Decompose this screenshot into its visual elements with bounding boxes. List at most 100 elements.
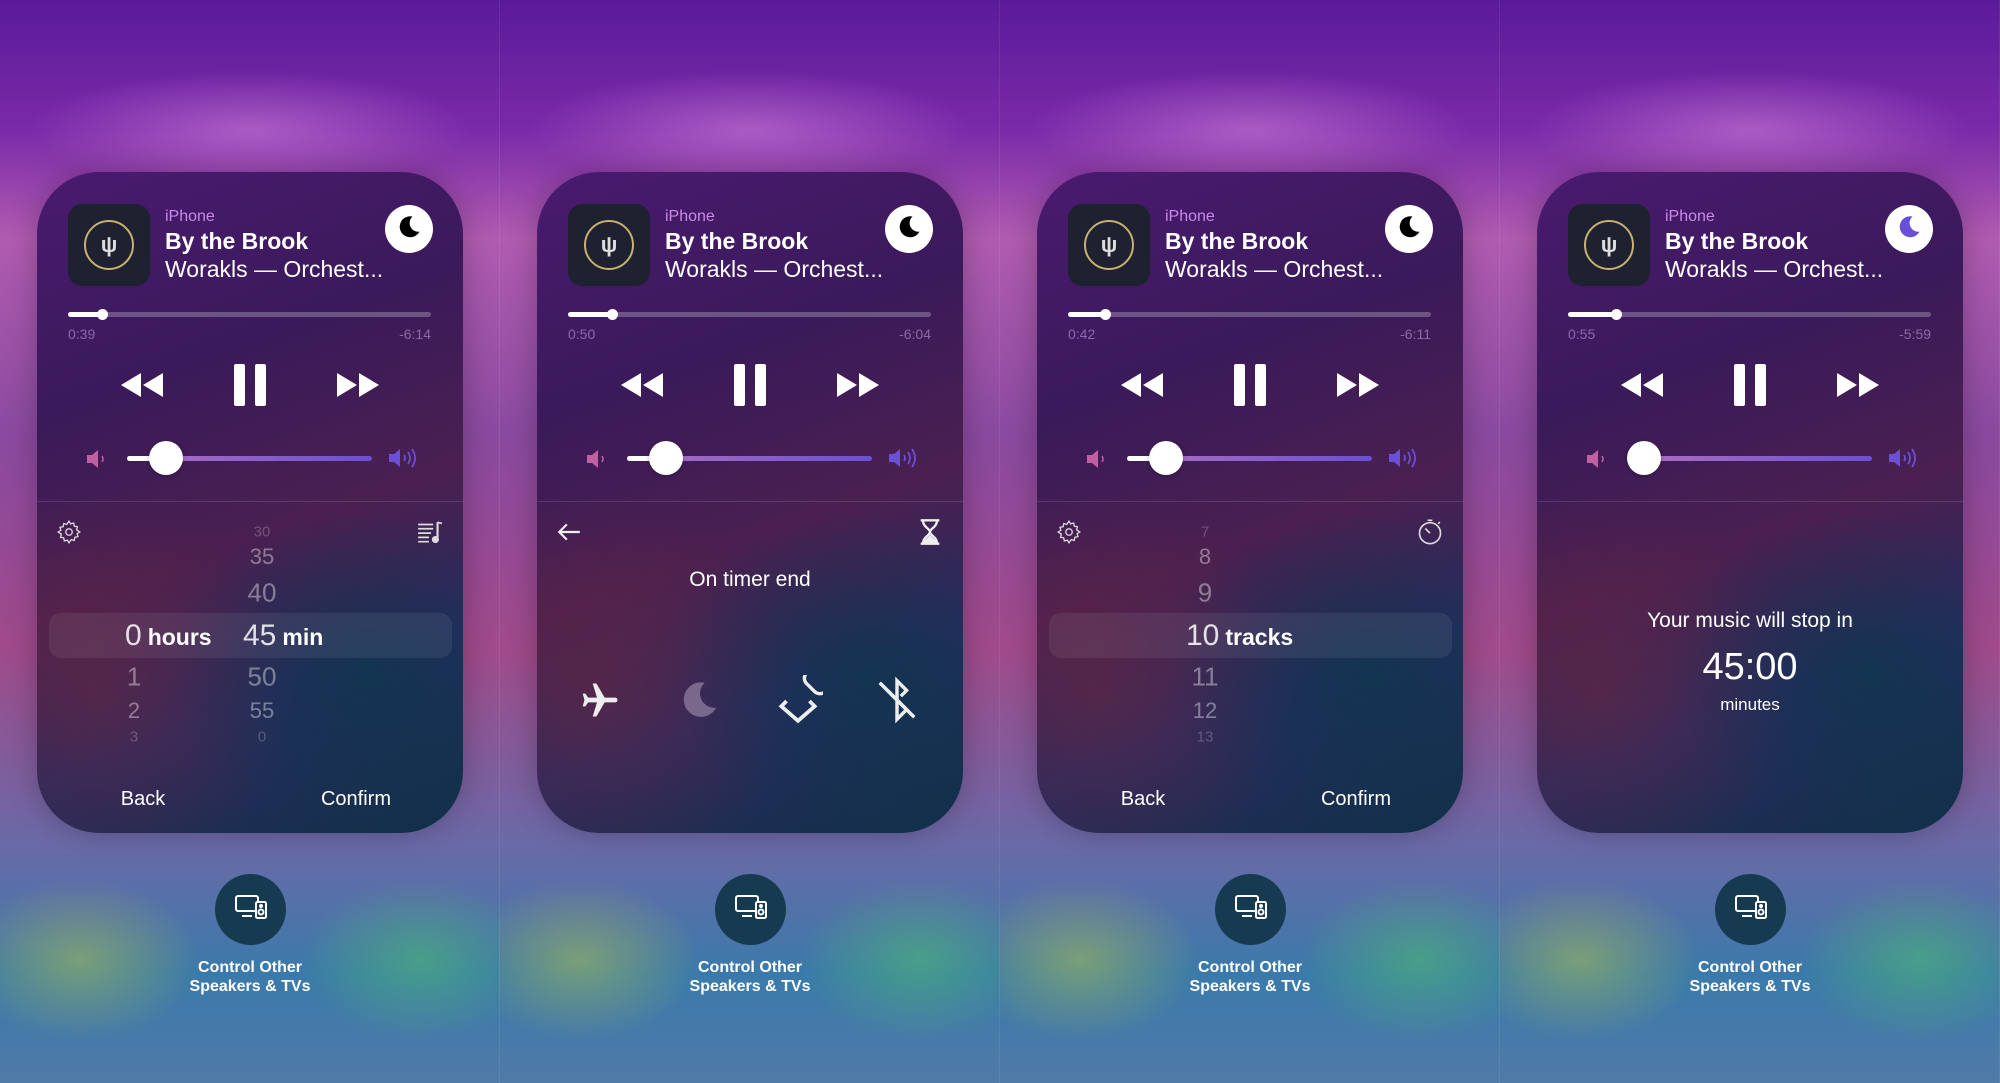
picker-unit: hours	[147, 624, 212, 650]
picker-value[interactable]: 8	[1199, 544, 1211, 570]
now-playing-card: ψ iPhone By the Brook Worakls — Orchest... 0…	[537, 172, 963, 833]
moon-toggle[interactable]	[674, 677, 724, 727]
gear-button[interactable]	[1054, 519, 1084, 549]
back-arrow-button[interactable]	[554, 519, 584, 549]
volume-slider[interactable]	[627, 441, 872, 475]
control-other-speakers-label[interactable]: Control Other Speakers & TVs	[650, 958, 850, 996]
volume-knob[interactable]	[649, 441, 684, 475]
control-other-speakers-button[interactable]	[1715, 874, 1786, 945]
sleep-timer-button[interactable]	[1885, 205, 1933, 253]
remaining-time: -6:14	[399, 326, 431, 342]
remaining-time: -6:04	[899, 326, 931, 342]
track-title: By the Brook	[1665, 228, 1809, 254]
pause-button[interactable]	[720, 360, 780, 410]
control-other-speakers-button[interactable]	[215, 874, 286, 945]
picker-value[interactable]: 2	[128, 698, 140, 724]
album-artwork[interactable]: ψ	[68, 204, 150, 286]
pause-button[interactable]	[1220, 360, 1280, 410]
sleep-timer-button[interactable]	[885, 205, 933, 253]
volume-slider[interactable]	[1127, 441, 1372, 475]
stopwatch-icon	[1416, 518, 1444, 551]
fast-forward-button[interactable]	[1328, 360, 1388, 410]
picker-selected[interactable]: 0 hours	[125, 619, 212, 653]
volume-high-icon	[887, 446, 921, 475]
progress-knob[interactable]	[606, 309, 618, 320]
output-source: iPhone	[1165, 208, 1215, 225]
back-button[interactable]: Back	[121, 788, 165, 811]
picker-value[interactable]: 50	[248, 662, 277, 693]
screen-panel: ψ iPhone By the Brook Worakls — Orchest... 0…	[0, 0, 500, 1083]
progress-knob[interactable]	[1611, 309, 1623, 320]
rewind-button[interactable]	[112, 360, 172, 410]
moon-icon	[1895, 213, 1923, 246]
picker-value[interactable]: 12	[1193, 698, 1217, 724]
volume-slider[interactable]	[127, 441, 372, 475]
back-button[interactable]: Back	[1121, 788, 1165, 811]
hourglass-button[interactable]	[915, 518, 945, 549]
fast-forward-button[interactable]	[828, 360, 888, 410]
progress-scrubber[interactable]	[568, 309, 931, 320]
track-artist-album: Worakls — Orchest...	[1165, 256, 1384, 282]
picker-value[interactable]: 13	[1197, 729, 1214, 746]
picker-selected[interactable]: 45 min	[243, 619, 323, 653]
now-playing-card: ψ iPhone By the Brook Worakls — Orchest... 0…	[37, 172, 463, 833]
airplane-icon	[576, 678, 626, 727]
rewind-button[interactable]	[1112, 360, 1172, 410]
picker-value[interactable]: 0	[258, 729, 266, 746]
picker-selected[interactable]: 10 tracks	[1186, 619, 1293, 653]
track-artist-album: Worakls — Orchest...	[165, 256, 384, 282]
track-title: By the Brook	[665, 228, 809, 254]
volume-slider[interactable]	[1627, 441, 1872, 475]
control-other-speakers-button[interactable]	[715, 874, 786, 945]
confirm-button[interactable]: Confirm	[321, 788, 391, 811]
progress-knob[interactable]	[1100, 309, 1112, 320]
picker-value[interactable]: 7	[1201, 524, 1209, 541]
pause-button[interactable]	[220, 360, 280, 410]
progress-scrubber[interactable]	[1568, 309, 1931, 320]
picker-value[interactable]: 55	[250, 698, 274, 724]
picker-value[interactable]: 35	[250, 544, 274, 570]
picker-selected-value: 0	[125, 619, 142, 652]
volume-knob[interactable]	[149, 441, 184, 475]
gear-icon	[56, 519, 82, 550]
gear-button[interactable]	[54, 519, 84, 549]
volume-knob[interactable]	[1627, 441, 1662, 475]
picker-value[interactable]: 1	[127, 662, 141, 693]
confirm-button[interactable]: Confirm	[1321, 788, 1391, 811]
sleep-timer-button[interactable]	[385, 205, 433, 253]
label-line-2: Speakers & TVs	[189, 978, 311, 995]
picker-value[interactable]: 11	[1192, 662, 1219, 693]
fast-forward-button[interactable]	[328, 360, 388, 410]
picker-value[interactable]: 30	[254, 524, 271, 541]
progress-knob[interactable]	[97, 309, 109, 320]
control-other-speakers-button[interactable]	[1215, 874, 1286, 945]
album-artwork[interactable]: ψ	[1568, 204, 1650, 286]
progress-scrubber[interactable]	[1068, 309, 1431, 320]
airplane-toggle[interactable]	[576, 677, 626, 727]
progress-scrubber[interactable]	[68, 309, 431, 320]
volume-knob[interactable]	[1149, 441, 1184, 475]
divider	[37, 501, 463, 502]
sleep-timer-button[interactable]	[1385, 205, 1433, 253]
fast-forward-button[interactable]	[1828, 360, 1888, 410]
shortcuts-toggle[interactable]	[773, 664, 833, 727]
picker-value[interactable]: 9	[1198, 578, 1212, 609]
picker-value[interactable]: 40	[248, 578, 277, 609]
control-other-speakers-label[interactable]: Control Other Speakers & TVs	[150, 958, 350, 996]
control-other-speakers-label[interactable]: Control Other Speakers & TVs	[1650, 958, 1850, 996]
tv-speaker-icon	[1734, 893, 1768, 926]
picker-value[interactable]: 3	[130, 729, 138, 746]
bluetooth-off-toggle[interactable]	[872, 676, 922, 727]
playlist-music-button[interactable]	[415, 519, 445, 549]
album-artwork[interactable]: ψ	[568, 204, 650, 286]
stopwatch-button[interactable]	[1415, 519, 1445, 549]
album-artwork[interactable]: ψ	[1068, 204, 1150, 286]
output-source: iPhone	[1665, 208, 1715, 225]
countdown-time: 45:00	[1702, 646, 1798, 688]
rewind-button[interactable]	[1612, 360, 1672, 410]
gear-icon	[1056, 519, 1082, 550]
rewind-button[interactable]	[612, 360, 672, 410]
pause-button[interactable]	[1720, 360, 1780, 410]
control-other-speakers-label[interactable]: Control Other Speakers & TVs	[1150, 958, 1350, 996]
remaining-time: -5:59	[1899, 326, 1931, 342]
